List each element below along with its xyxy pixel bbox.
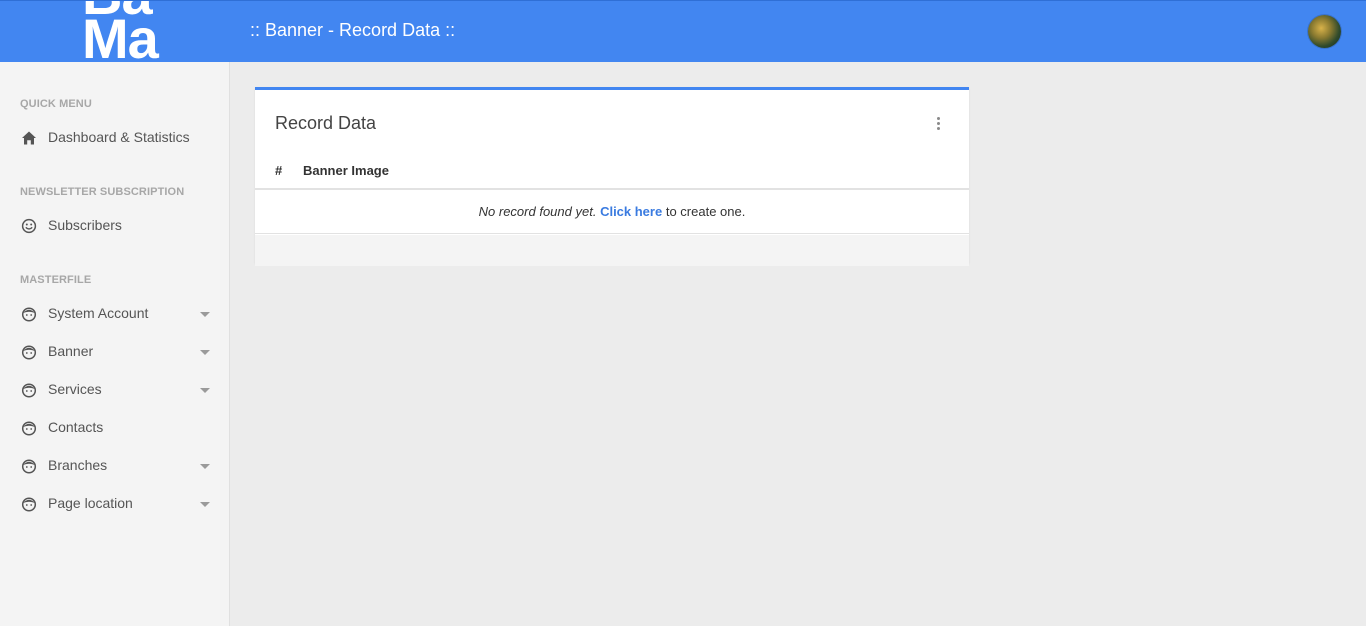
face-icon [21,383,37,398]
face-icon [21,307,37,322]
empty-message-suffix: to create one. [665,204,746,219]
sidebar-item-branches[interactable]: Branches [0,449,229,483]
column-header-banner-image: Banner Image [303,163,389,178]
sidebar-item-subscribers[interactable]: Subscribers [0,209,229,243]
face-icon [21,497,37,512]
sidebar-item-label: Services [48,381,102,397]
sidebar-item-page-location[interactable]: Page location [0,487,229,521]
sidebar-item-banner[interactable]: Banner [0,335,229,369]
empty-message: No record found yet. [478,204,597,219]
card-title: Record Data [275,113,377,133]
section-title-masterfile: MASTERFILE [20,274,92,286]
user-avatar[interactable] [1308,15,1341,48]
chevron-down-icon [200,312,210,317]
sidebar-item-label: Banner [48,343,94,359]
logo-text: BaMa [82,1,159,62]
section-title-quick-menu: QUICK MENU [20,98,92,110]
chevron-down-icon [200,464,210,469]
smiley-icon [21,218,37,234]
sidebar-item-system-account[interactable]: System Account [0,297,229,331]
record-data-card: Record Data # Banner Image No record fou… [255,87,969,266]
sidebar-item-label: System Account [48,305,149,321]
sidebar-item-label: Contacts [48,419,104,435]
table-header-row: # Banner Image [255,148,969,190]
more-options-icon[interactable] [929,116,949,132]
face-icon [21,421,37,436]
column-header-number: # [275,163,283,178]
card-footer [255,235,969,266]
sidebar-item-label: Page location [48,495,133,511]
face-icon [21,459,37,474]
page-title: :: Banner - Record Data :: [250,20,456,40]
create-record-link[interactable]: Click here [600,204,662,219]
home-icon [22,131,36,145]
brand-logo[interactable]: BaMa [80,1,202,62]
top-header: BaMa :: Banner - Record Data :: [0,0,1366,62]
sidebar-item-contacts[interactable]: Contacts [0,411,229,445]
sidebar-item-label: Branches [48,457,108,473]
sidebar-item-dashboard[interactable]: Dashboard & Statistics [0,121,229,155]
empty-state-row: No record found yet. Click here to creat… [255,190,969,234]
sidebar-item-label: Dashboard & Statistics [48,129,190,145]
sidebar-item-services[interactable]: Services [0,373,229,407]
face-icon [21,345,37,360]
sidebar-item-label: Subscribers [48,217,122,233]
section-title-newsletter: NEWSLETTER SUBSCRIPTION [20,186,185,198]
chevron-down-icon [200,502,210,507]
chevron-down-icon [200,350,210,355]
chevron-down-icon [200,388,210,393]
sidebar: QUICK MENU Dashboard & Statistics NEWSLE… [0,62,230,626]
